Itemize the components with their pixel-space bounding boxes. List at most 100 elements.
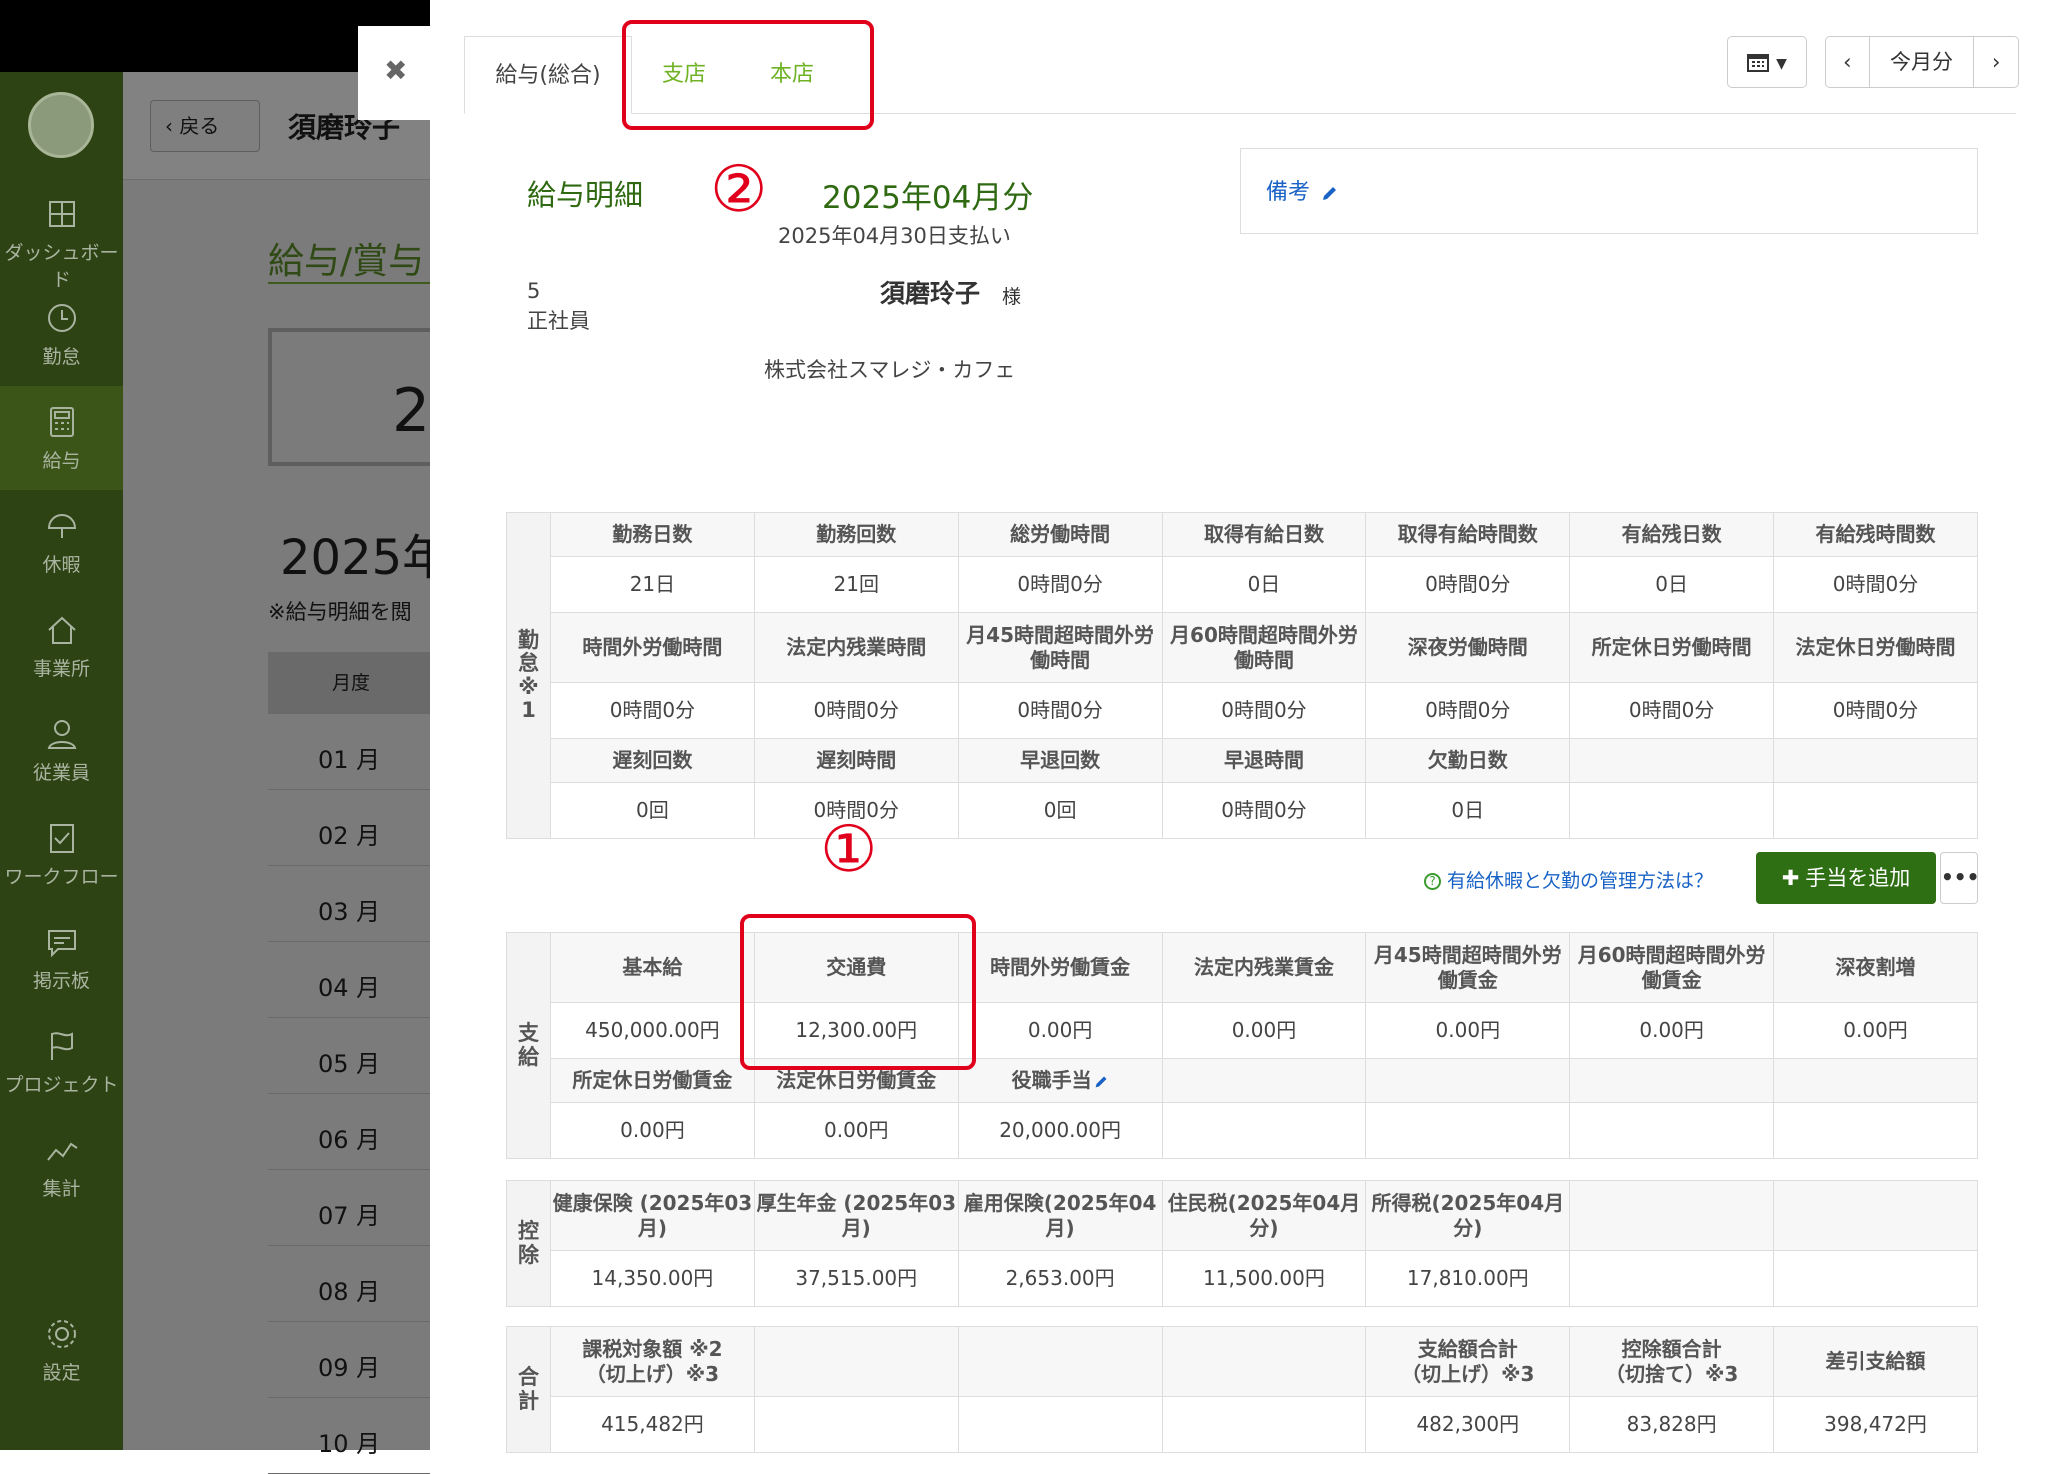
empty-cell [1569, 1102, 1775, 1159]
empty-cell [1569, 1180, 1775, 1251]
header-cell: 深夜割増 [1773, 932, 1978, 1003]
header-cell: 差引支給額 [1773, 1326, 1978, 1397]
calendar-dropdown-button[interactable]: ▼ [1727, 36, 1807, 88]
calculator-icon [49, 407, 74, 437]
sidebar-item-7[interactable]: 掲示板 [0, 906, 123, 1010]
sidebar-item-4[interactable]: 事業所 [0, 594, 123, 698]
honorific: 様 [1002, 286, 1022, 308]
avatar[interactable] [28, 92, 94, 158]
sidebar-item-1[interactable]: 勤怠 [0, 282, 123, 386]
sidebar-item-10[interactable]: 設定 [0, 1298, 123, 1402]
value-cell: 11,500.00円 [1161, 1250, 1367, 1307]
add-allowance-label: 手当を追加 [1805, 866, 1911, 890]
sidebar-item-5[interactable]: 従業員 [0, 698, 123, 802]
value-cell: 0.00円 [753, 1102, 959, 1159]
sidebar-item-0[interactable]: ダッシュボード [0, 178, 123, 291]
value-cell: 0.00円 [1161, 1002, 1367, 1059]
value-cell: 37,515.00円 [753, 1250, 959, 1307]
value-cell: 0.00円 [1773, 1002, 1978, 1059]
value-cell: 0日 [1569, 556, 1775, 613]
value-cell: 83,828円 [1569, 1396, 1775, 1453]
header-cell: 有給残時間数 [1773, 512, 1978, 557]
more-options-button[interactable]: ••• [1940, 852, 1979, 904]
header-cell: 早退時間 [1161, 738, 1367, 783]
sidebar: ダッシュボード勤怠給与休暇事業所従業員ワークフロー掲示板プロジェクト 集計設定 [0, 72, 123, 1450]
value-cell: 21回 [753, 556, 959, 613]
header-cell: 時間外労働賃金 [957, 932, 1163, 1003]
payment-table: 支 給 基本給 交通費 時間外労働賃金 法定内残業賃金 月45時間超時間外労働賃… [506, 932, 1978, 1159]
header-cell: 支給額合計 （切上げ）※3 [1365, 1326, 1571, 1397]
flag-icon [50, 1032, 73, 1060]
value-cell: 21日 [550, 556, 755, 613]
value-cell: 0.00円 [1569, 1002, 1775, 1059]
empty-cell [1365, 1058, 1571, 1103]
question-circle-icon: ? [1424, 873, 1441, 890]
header-cell: 早退回数 [957, 738, 1163, 783]
value-cell: 0時間0分 [957, 682, 1163, 739]
sidebar-item-label: 給与 [42, 450, 81, 472]
back-button[interactable]: ‹ 戻る [150, 100, 260, 152]
next-month-button[interactable]: › [1974, 37, 2018, 87]
employee-number: 5 [527, 279, 541, 303]
header-cell: 所定休日労働賃金 [550, 1058, 755, 1103]
tab-total-salary[interactable]: 給与(総合) [464, 36, 632, 114]
background-month-row: 02 月 [268, 790, 430, 866]
value-cell: 0時間0分 [1569, 682, 1775, 739]
empty-cell [1161, 1326, 1367, 1397]
background-month-row: 05 月 [268, 1018, 430, 1094]
remarks-link[interactable]: 備考 [1266, 174, 1339, 206]
current-month-button[interactable]: 今月分 [1870, 37, 1975, 87]
sidebar-item-3[interactable]: 休暇 [0, 490, 123, 594]
deduction-table: 控 除 健康保険 (2025年03月) 厚生年金 (2025年03月) 雇用保険… [506, 1180, 1978, 1307]
prev-month-button[interactable]: ‹ [1826, 37, 1870, 87]
value-cell: 0時間0分 [1773, 682, 1978, 739]
empty-cell [1161, 1102, 1367, 1159]
header-cell: 月45時間超時間外労働時間 [957, 612, 1163, 683]
header-cell: 遅刻時間 [753, 738, 959, 783]
empty-cell [957, 1396, 1163, 1453]
sidebar-item-9[interactable]: 集計 [0, 1114, 123, 1218]
background-month-row: 09 月 [268, 1322, 430, 1398]
sidebar-item-label: 休暇 [42, 554, 81, 576]
add-allowance-button[interactable]: ✚ 手当を追加 [1756, 852, 1936, 904]
background-summary-box: 2 [268, 328, 430, 466]
user-icon [47, 720, 76, 749]
header-cell: 勤務回数 [753, 512, 959, 557]
highlight-box-tabs [622, 20, 874, 130]
position-allowance-label: 役職手当 [1011, 1068, 1092, 1092]
value-cell: 0.00円 [550, 1102, 755, 1159]
sidebar-item-2[interactable]: 給与 [0, 386, 123, 490]
plus-icon: ✚ [1781, 866, 1800, 890]
header-cell: 欠勤日数 [1365, 738, 1571, 783]
marker-two: ② [710, 153, 768, 227]
header-cell: 月60時間超時間外労働時間 [1161, 612, 1367, 683]
header-cell: 有給残日数 [1569, 512, 1775, 557]
remarks-box [1240, 148, 1978, 234]
value-cell: 2,653.00円 [957, 1250, 1163, 1307]
chat-icon [47, 930, 76, 958]
sidebar-item-label: 設定 [42, 1362, 81, 1384]
pencil-icon [1095, 1076, 1107, 1088]
value-cell: 0.00円 [1365, 1002, 1571, 1059]
graph-icon [46, 1142, 78, 1161]
sidebar-item-6[interactable]: ワークフロー [0, 802, 123, 906]
background-page-title: 給与/賞与 [268, 241, 425, 282]
header-cell: 控除額合計 （切捨て）※3 [1569, 1326, 1775, 1397]
close-icon[interactable]: ✖ [384, 54, 407, 87]
background-month-row: 07 月 [268, 1170, 430, 1246]
value-cell: 0時間0分 [957, 556, 1163, 613]
sidebar-item-label: 掲示板 [32, 970, 90, 992]
empty-cell [1773, 1250, 1978, 1307]
sidebar-item-8[interactable]: プロジェクト [0, 1010, 123, 1114]
header-cell: 遅刻回数 [550, 738, 755, 783]
empty-cell [1161, 1058, 1367, 1103]
position-allowance-link[interactable]: 役職手当 [957, 1058, 1163, 1103]
remarks-label: 備考 [1266, 180, 1311, 205]
help-link[interactable]: ? 有給休暇と欠勤の管理方法は？ [1424, 866, 1713, 893]
slip-month: 2025年04月分 [822, 180, 1034, 216]
attendance-table: 勤 怠 ※ 1 勤務日数 勤務回数 総労働時間 取得有給日数 取得有給時間数 有… [506, 512, 1978, 839]
sidebar-item-label: 従業員 [32, 762, 90, 784]
payment-section-label: 支 給 [506, 932, 551, 1159]
background-month-row: 03 月 [268, 866, 430, 942]
sidebar-item-label: 勤怠 [42, 346, 81, 368]
